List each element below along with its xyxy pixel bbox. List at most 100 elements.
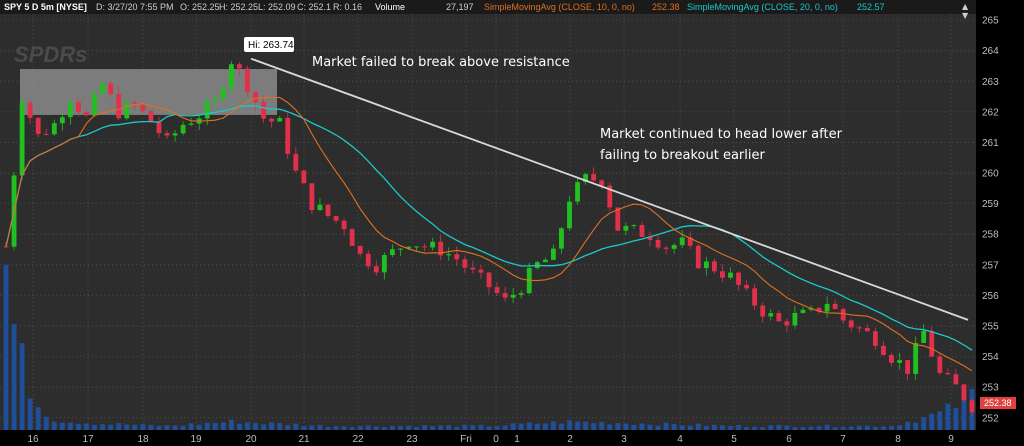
- price-tick-label: 252: [982, 413, 999, 424]
- candle-body: [969, 400, 975, 413]
- volume-bar: [462, 424, 468, 430]
- annotation-resistance: Market failed to break above resistance: [312, 55, 570, 70]
- candle-body: [872, 331, 878, 346]
- volume-bar: [301, 426, 307, 430]
- open-value: O: 252.25: [180, 2, 220, 12]
- volume-bar: [655, 425, 661, 430]
- candle-body: [76, 102, 81, 113]
- date-value: D: 3/27/20 7:55 PM: [96, 2, 174, 12]
- candle-body: [188, 123, 194, 125]
- candle-body: [792, 312, 798, 326]
- volume-bar: [43, 416, 49, 430]
- time-tick-label: 6: [786, 434, 792, 445]
- volume-bar: [502, 425, 508, 430]
- volume-bar: [92, 424, 97, 430]
- candle-body: [148, 111, 154, 122]
- price-tick-label: 263: [982, 77, 999, 88]
- volume-bar: [188, 423, 194, 430]
- candle-body: [864, 327, 870, 332]
- volume-bar: [864, 425, 870, 430]
- candle-body: [100, 83, 106, 94]
- time-tick-label: 7: [840, 434, 846, 445]
- candle-body: [269, 118, 275, 122]
- candle-body: [518, 293, 524, 295]
- down-arrow-icon[interactable]: ▼: [962, 11, 969, 20]
- volume-bar: [398, 425, 403, 430]
- volume-bar: [422, 425, 428, 430]
- time-tick-label: 21: [298, 434, 310, 445]
- volume-label[interactable]: Volume: [375, 2, 405, 12]
- sma10-label[interactable]: SimpleMovingAvg (CLOSE, 10, 0, no): [484, 2, 635, 12]
- volume-bar: [84, 423, 89, 430]
- volume-bar: [929, 413, 935, 430]
- volume-bar: [406, 425, 411, 430]
- range-value: R: 0.16: [333, 2, 362, 12]
- volume-bar: [245, 422, 250, 430]
- volume-bar: [607, 424, 613, 430]
- volume-bar: [647, 424, 653, 430]
- candle-body: [542, 259, 548, 263]
- volume-bar: [27, 398, 33, 430]
- volume-bar: [494, 425, 500, 430]
- volume-bar: [309, 425, 315, 430]
- volume-bar: [430, 426, 436, 430]
- candle-body: [164, 133, 170, 136]
- volume-bar: [381, 427, 387, 430]
- volume-bar: [438, 425, 444, 430]
- price-tick-label: 264: [982, 46, 999, 57]
- volume-bar: [365, 425, 371, 430]
- volume-bar: [534, 423, 540, 430]
- candle-body: [639, 225, 645, 237]
- volume-bar: [67, 422, 73, 430]
- candle-body: [446, 254, 452, 256]
- volume-bar: [808, 426, 814, 430]
- time-tick-label: 3: [621, 434, 627, 445]
- candle-body: [567, 201, 572, 229]
- volume-bar: [832, 427, 838, 430]
- volume-bar: [905, 421, 911, 430]
- volume-bar: [711, 424, 717, 430]
- candle-body: [172, 133, 178, 136]
- volume-bar: [856, 425, 862, 430]
- candle-body: [784, 321, 790, 326]
- time-tick-label: 5: [731, 434, 737, 445]
- candle-body: [293, 153, 299, 171]
- candle-body: [961, 384, 967, 401]
- candle-body: [720, 271, 725, 278]
- candle-body: [494, 287, 500, 294]
- header-arrows[interactable]: ▲ ▼: [962, 2, 969, 20]
- resistance-zone: [20, 69, 277, 115]
- candle-body: [333, 215, 339, 221]
- candle-body: [510, 294, 516, 298]
- volume-bar: [293, 423, 299, 430]
- high-label: Hi: 263.74: [244, 37, 294, 52]
- candle-body: [3, 246, 9, 248]
- candle-body: [711, 261, 717, 272]
- sma10-value: 252.38: [652, 2, 680, 12]
- high-label-text: Hi: 263.74: [248, 40, 294, 51]
- volume-bar: [776, 424, 782, 430]
- time-tick-label: 17: [82, 434, 94, 445]
- volume-bar: [325, 426, 331, 430]
- symbol-label[interactable]: SPY 5 D 5m [NYSE]: [4, 2, 87, 12]
- volume-bar: [237, 423, 242, 430]
- candle-body: [550, 248, 556, 260]
- candle-body: [35, 117, 41, 134]
- candle-body: [856, 327, 862, 329]
- candle-body: [945, 372, 951, 375]
- price-tick-label: 260: [982, 169, 999, 180]
- time-tick-label: 8: [895, 434, 901, 445]
- candle-body: [929, 331, 935, 357]
- low-value: L: 252.09: [258, 2, 296, 12]
- volume-bar: [897, 425, 902, 430]
- sma20-label[interactable]: SimpleMovingAvg (CLOSE, 20, 0, no): [687, 2, 838, 12]
- candle-body: [655, 239, 661, 248]
- volume-bar: [510, 423, 516, 430]
- candle-body: [389, 249, 395, 256]
- volume-bar: [615, 423, 621, 430]
- candle-body: [261, 102, 267, 119]
- volume-bar: [575, 421, 580, 430]
- volume-bar: [872, 426, 878, 430]
- volume-bar: [414, 427, 419, 430]
- up-arrow-icon[interactable]: ▲: [962, 2, 969, 11]
